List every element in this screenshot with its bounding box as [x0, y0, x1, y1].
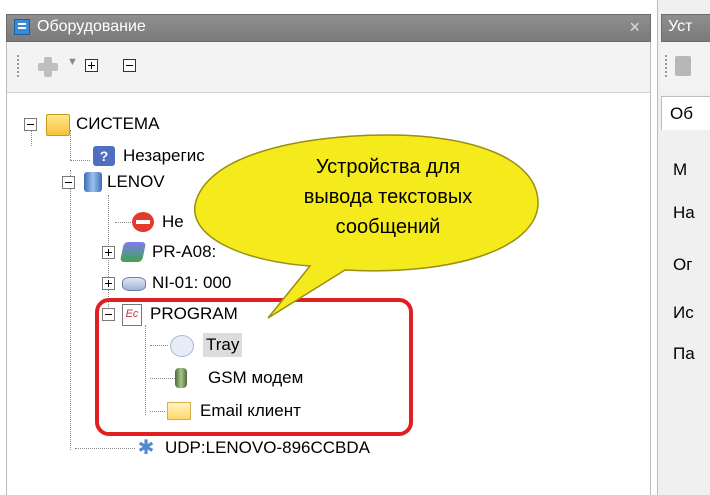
- callout-line-3: сообщений: [335, 216, 441, 238]
- field-label-3: Ог: [673, 255, 693, 274]
- field-label-1: М: [673, 160, 688, 179]
- right-panel-title: Уст: [668, 18, 693, 35]
- properties-form: М На Ог Ис Па: [661, 130, 710, 475]
- tab-label: Об: [670, 104, 693, 123]
- field-label-2: На: [673, 203, 695, 222]
- field-label-4: Ис: [673, 303, 694, 322]
- right-panel-title-bar: Уст: [661, 14, 710, 42]
- callout-line-1: Устройства для: [315, 156, 461, 178]
- callout-balloon: [194, 134, 539, 319]
- tab-general[interactable]: Об: [661, 96, 710, 132]
- save-icon[interactable]: [675, 56, 691, 76]
- toolbar-grip[interactable]: [665, 55, 667, 79]
- right-toolbar: [661, 42, 710, 92]
- callout-text: Устройства для вывода текстовых сообщени…: [248, 152, 528, 242]
- callout-line-2: вывода текстовых: [303, 186, 473, 208]
- field-label-5: Па: [673, 344, 695, 363]
- device-properties-panel: Уст Об М На Ог Ис Па: [657, 0, 710, 495]
